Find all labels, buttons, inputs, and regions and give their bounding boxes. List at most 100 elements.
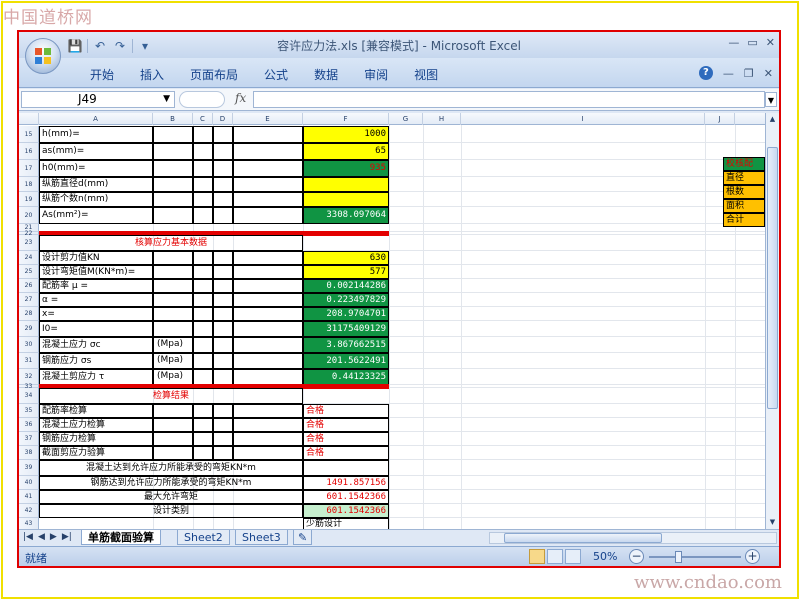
value-cell[interactable]: 0.44123325	[303, 369, 389, 385]
value-cell[interactable]: 935	[303, 160, 389, 177]
sheet-tab-sheet2[interactable]: Sheet2	[177, 530, 230, 545]
next-sheet-icon[interactable]: ▶	[50, 532, 57, 542]
column-header[interactable]: G	[389, 113, 423, 125]
function-search-field[interactable]	[179, 91, 225, 108]
param-label[interactable]: h0(mm)=	[39, 160, 153, 177]
column-header[interactable]: B	[153, 113, 193, 125]
zoom-in-icon[interactable]: +	[745, 549, 760, 564]
row-header[interactable]: 43	[19, 518, 39, 529]
grid-cell[interactable]	[153, 126, 193, 143]
value-cell[interactable]: 201.5622491	[303, 353, 389, 369]
column-header[interactable]: I	[461, 113, 705, 125]
grid-cell[interactable]	[213, 337, 233, 353]
row-header[interactable]: 17	[19, 160, 39, 177]
grid-cell[interactable]	[153, 418, 193, 432]
grid-cell[interactable]	[213, 446, 233, 460]
side-panel-item[interactable]: 合计	[723, 213, 765, 227]
zoom-level[interactable]: 50%	[593, 550, 617, 563]
tab-insert[interactable]: 插入	[127, 66, 177, 83]
value-cell[interactable]: 1491.857156	[303, 476, 389, 490]
param-label[interactable]: 配筋率 μ =	[39, 279, 153, 293]
value-cell[interactable]: 577	[303, 265, 389, 279]
grid-cell[interactable]	[193, 432, 213, 446]
column-header[interactable]: J	[705, 113, 735, 125]
grid-cell[interactable]	[233, 207, 303, 224]
value-cell[interactable]: 630	[303, 251, 389, 265]
zoom-slider-thumb[interactable]	[675, 551, 682, 563]
grid-cell[interactable]	[233, 126, 303, 143]
grid-cell[interactable]	[193, 160, 213, 177]
grid-cell[interactable]	[213, 160, 233, 177]
row-header[interactable]: 28	[19, 307, 39, 321]
column-header[interactable]: E	[233, 113, 303, 125]
row-header[interactable]: 15	[19, 126, 39, 143]
grid-cell[interactable]	[233, 404, 303, 418]
grid-cell[interactable]	[213, 369, 233, 385]
grid-cell[interactable]	[153, 307, 193, 321]
grid-cell[interactable]	[153, 207, 193, 224]
column-header[interactable]: A	[39, 113, 153, 125]
grid-cell[interactable]	[233, 432, 303, 446]
grid-cell[interactable]	[233, 265, 303, 279]
grid-cell[interactable]	[213, 293, 233, 307]
normal-view-button[interactable]	[529, 549, 545, 564]
param-label[interactable]: h(mm)=	[39, 126, 153, 143]
grid-cell[interactable]	[193, 446, 213, 460]
doc-minimize-icon[interactable]: —	[723, 67, 734, 80]
label-rebar-allowable-moment[interactable]: 钢筋达到允许应力所能承受的弯矩KN*m	[39, 476, 303, 490]
grid-cell[interactable]	[213, 265, 233, 279]
tab-data[interactable]: 数据	[301, 66, 351, 83]
doc-restore-icon[interactable]: ❐	[744, 67, 754, 80]
vertical-scrollbar[interactable]: ▲ ▼	[765, 113, 779, 529]
value-cell[interactable]: 0.223497829	[303, 293, 389, 307]
value-cell[interactable]: 少筋设计	[303, 518, 389, 529]
param-label[interactable]: 混凝土剪应力 τ	[39, 369, 153, 385]
grid-cell[interactable]	[213, 279, 233, 293]
label-design-category[interactable]: 设计类别	[39, 504, 303, 518]
grid-cell[interactable]	[213, 192, 233, 207]
side-panel-item[interactable]: 根数	[723, 185, 765, 199]
grid-cell[interactable]	[153, 321, 193, 337]
column-header[interactable]: H	[423, 113, 461, 125]
first-sheet-icon[interactable]: |◀	[23, 532, 33, 542]
page-break-view-button[interactable]	[565, 549, 581, 564]
grid-cell[interactable]	[153, 293, 193, 307]
param-label[interactable]: 混凝土应力 σc	[39, 337, 153, 353]
row-header[interactable]: 38	[19, 446, 39, 460]
grid-cell[interactable]	[193, 404, 213, 418]
grid-cell[interactable]	[153, 279, 193, 293]
value-cell[interactable]	[303, 460, 389, 476]
last-sheet-icon[interactable]: ▶|	[62, 532, 72, 542]
row-header[interactable]: 37	[19, 432, 39, 446]
grid-cell[interactable]	[193, 307, 213, 321]
zoom-out-icon[interactable]: −	[629, 549, 644, 564]
prev-sheet-icon[interactable]: ◀	[38, 532, 45, 542]
value-cell[interactable]: 601.1542366	[303, 490, 389, 504]
expand-formula-bar-icon[interactable]: ▼	[765, 92, 777, 107]
value-cell[interactable]: 601.1542366	[303, 504, 389, 518]
zoom-slider[interactable]	[649, 556, 741, 558]
value-cell[interactable]: 合格	[303, 404, 389, 418]
grid-cell[interactable]	[153, 143, 193, 160]
column-header[interactable]: F	[303, 113, 389, 125]
row-header[interactable]: 39	[19, 460, 39, 476]
row-header[interactable]: 40	[19, 476, 39, 490]
grid-cell[interactable]	[233, 418, 303, 432]
tab-page-layout[interactable]: 页面布局	[177, 66, 251, 83]
label-concrete-allowable-moment[interactable]: 混凝土达到允许应力所能承受的弯矩KN*m	[39, 460, 303, 476]
side-panel-title[interactable]: 校核配	[723, 157, 765, 171]
grid-cell[interactable]	[213, 321, 233, 337]
grid-cell[interactable]	[193, 279, 213, 293]
name-box-dropdown-icon[interactable]: ▼	[163, 92, 170, 107]
grid-cell[interactable]	[213, 126, 233, 143]
param-label[interactable]: I0=	[39, 321, 153, 337]
tab-home[interactable]: 开始	[77, 66, 127, 83]
side-panel-item[interactable]: 直径	[723, 171, 765, 185]
row-header[interactable]: 34	[19, 388, 39, 404]
grid-cell[interactable]	[233, 279, 303, 293]
grid-cell[interactable]	[233, 353, 303, 369]
param-label[interactable]: as(mm)=	[39, 143, 153, 160]
grid-cell[interactable]	[213, 143, 233, 160]
param-label[interactable]: 钢筋应力 σs	[39, 353, 153, 369]
row-header[interactable]: 36	[19, 418, 39, 432]
